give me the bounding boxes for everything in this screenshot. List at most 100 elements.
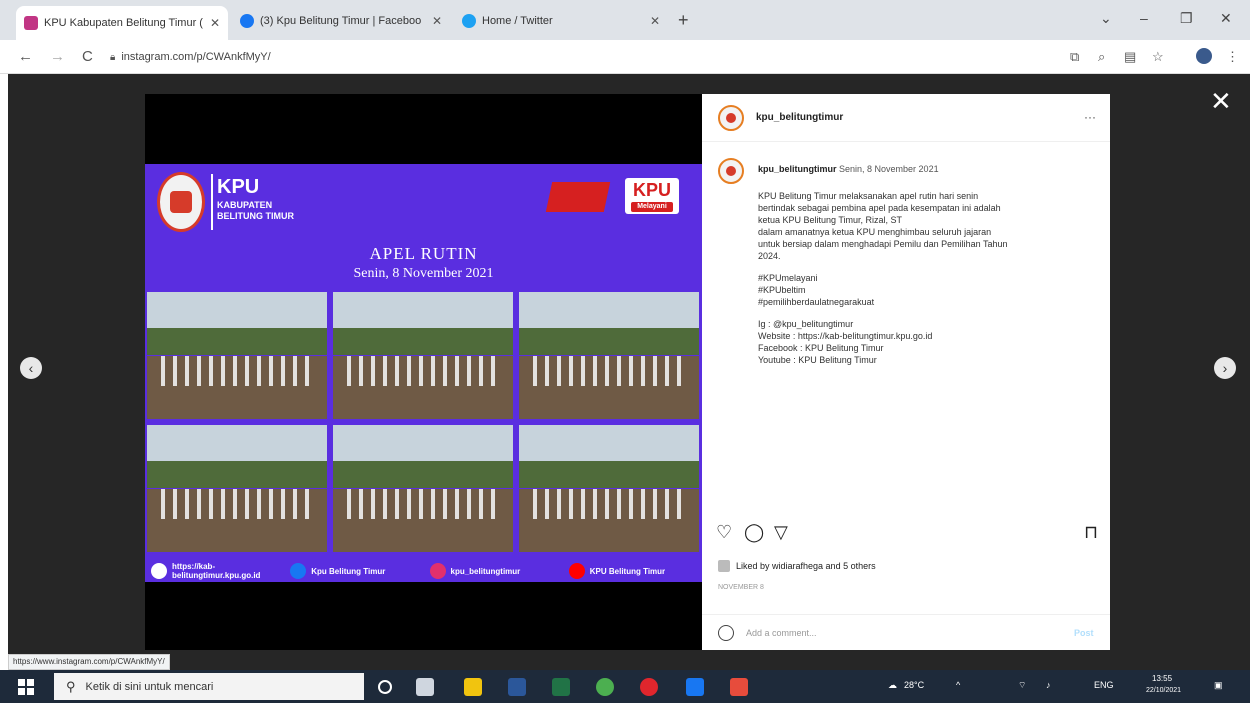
caption-line: 2024.: [758, 251, 781, 261]
author-avatar[interactable]: [718, 105, 744, 131]
back-button[interactable]: ←: [18, 48, 33, 65]
forward-button[interactable]: →: [50, 48, 65, 65]
tab-title: Home / Twitter: [482, 15, 553, 27]
search-icon: ⚲: [66, 678, 76, 694]
kpu-logo-icon: [157, 172, 205, 232]
cortana-icon[interactable]: [378, 680, 392, 694]
next-post-button[interactable]: ›: [1214, 357, 1236, 379]
address-toolbar: ← → C 🔒︎ instagram.com/p/CWAnkfMyY/ ⧉ ⌕ …: [0, 40, 1250, 74]
author-username[interactable]: kpu_belitungtimur: [756, 112, 843, 123]
browser-menu-icon[interactable]: ⋮: [1226, 49, 1239, 65]
file-explorer-icon[interactable]: [464, 678, 482, 696]
network-icon[interactable]: ⌔: [1018, 680, 1026, 691]
collage-photo: [331, 423, 515, 554]
hashtag-link[interactable]: #pemilihberdaulatnegarakuat: [758, 296, 1088, 308]
taskbar-search-input[interactable]: ⚲ Ketik di sini untuk mencari: [54, 673, 364, 700]
browser-tab-bar: KPU Kabupaten Belitung Timur ( ✕ (3) Kpu…: [0, 0, 1250, 40]
tab-close-icon[interactable]: ✕: [644, 14, 660, 28]
task-view-icon[interactable]: [416, 678, 434, 696]
clock-date[interactable]: 22/10/2021: [1146, 687, 1181, 694]
post-actions: ♡ ◯ ▽ ⊓: [702, 518, 1110, 548]
more-options-icon[interactable]: ···: [1084, 110, 1096, 124]
caption-line: untuk bersiap dalam menghadapi Pemilu da…: [758, 239, 1008, 249]
profile-avatar[interactable]: [1196, 48, 1212, 64]
tab-search-icon[interactable]: ⌄: [1100, 10, 1112, 27]
hashtag-link[interactable]: #KPUmelayani: [758, 272, 1088, 284]
kpu-melayani-badge: KPU Melayani: [625, 178, 679, 214]
tab-close-icon[interactable]: ✕: [204, 16, 220, 30]
apel-rutin-poster: KPU KABUPATEN BELITUNG TIMUR KPU Melayan…: [145, 164, 702, 582]
weather-icon[interactable]: ☁: [888, 680, 897, 691]
previous-post-button[interactable]: ‹: [20, 357, 42, 379]
logo-divider: [211, 174, 213, 230]
notification-icon[interactable]: ▣: [1214, 680, 1223, 691]
tab-kpu-instagram[interactable]: KPU Kabupaten Belitung Timur ( ✕: [16, 6, 228, 40]
app-icon[interactable]: [730, 678, 748, 696]
apel-date: Senin, 8 November 2021: [353, 266, 494, 281]
tab-close-icon[interactable]: ✕: [426, 14, 442, 28]
apel-title: APEL RUTIN: [369, 244, 478, 263]
save-bookmark-icon[interactable]: ⊓: [1084, 522, 1098, 543]
opera-icon[interactable]: [640, 678, 658, 696]
reading-list-icon[interactable]: ▤: [1124, 49, 1136, 65]
facebook-app-icon[interactable]: [686, 678, 704, 696]
bookmark-star-icon[interactable]: ☆: [1152, 49, 1164, 65]
badge-sub-text: Melayani: [631, 202, 673, 212]
caption-line: dalam amanatnya ketua KPU menghimbau sel…: [758, 227, 992, 237]
liked-by[interactable]: Liked by widiarafhega and 5 others: [718, 560, 876, 572]
url-bar[interactable]: 🔒︎ instagram.com/p/CWAnkfMyY/: [110, 46, 1050, 68]
minimize-button[interactable]: –: [1140, 10, 1148, 26]
zoom-icon[interactable]: ⌕: [1098, 49, 1105, 65]
windows-taskbar: ⚲ Ketik di sini untuk mencari ☁ 28°C ^ ⌔…: [0, 670, 1250, 703]
poster-kabupaten: KABUPATEN BELITUNG TIMUR: [217, 200, 337, 222]
liker-avatar: [718, 560, 730, 572]
poster-facebook: Kpu Belitung Timur: [290, 563, 423, 579]
comment-input[interactable]: Add a comment...: [746, 628, 817, 638]
reload-button[interactable]: C: [82, 48, 93, 65]
restore-button[interactable]: ❐: [1180, 10, 1193, 27]
poster-website: https://kab-belitungtimur.kpu.go.id: [151, 562, 284, 580]
caption-username[interactable]: kpu_belitungtimur: [758, 164, 837, 174]
caption-line: ketua KPU Belitung Timur, Rizal, ST: [758, 215, 903, 225]
like-heart-icon[interactable]: ♡: [716, 522, 732, 543]
new-tab-button[interactable]: +: [678, 10, 689, 31]
caption-line: KPU Belitung Timur melaksanakan apel rut…: [758, 191, 979, 201]
facebook-favicon-icon: [240, 14, 254, 28]
caption-date: Senin, 8 November 2021: [839, 164, 939, 174]
caption-line: bertindak sebagai pembina apel pada kese…: [758, 203, 1001, 213]
clock-time[interactable]: 13:55: [1152, 674, 1172, 683]
weather-temp[interactable]: 28°C: [904, 680, 924, 690]
tray-overflow-icon[interactable]: ^: [956, 680, 960, 690]
post-image[interactable]: KPU KABUPATEN BELITUNG TIMUR KPU Melayan…: [145, 94, 702, 650]
caption-line: Website : https://kab-belitungtimur.kpu.…: [758, 331, 933, 341]
caption-line: Ig : @kpu_belitungtimur: [758, 319, 854, 329]
post-caption: KPU Belitung Timur melaksanakan apel rut…: [758, 190, 1088, 366]
post-comment-button[interactable]: Post: [1074, 628, 1094, 638]
excel-icon[interactable]: [552, 678, 570, 696]
url-text: instagram.com/p/CWAnkfMyY/: [121, 51, 271, 63]
poster-youtube: KPU Belitung Timur: [568, 563, 702, 579]
tab-twitter-home[interactable]: Home / Twitter ✕: [454, 6, 668, 36]
input-language[interactable]: ENG: [1094, 680, 1114, 690]
word-icon[interactable]: [508, 678, 526, 696]
caption-avatar[interactable]: [718, 158, 744, 184]
close-window-button[interactable]: ✕: [1220, 10, 1232, 27]
install-app-icon[interactable]: ⧉: [1070, 49, 1079, 65]
windows-start-icon[interactable]: [18, 679, 34, 695]
instagram-icon: [429, 563, 446, 579]
collage-photo: [331, 290, 515, 421]
poster-kabupaten-text: KABUPATEN: [217, 200, 273, 210]
tab-title: (3) Kpu Belitung Timur | Faceboo: [260, 15, 422, 27]
hashtag-link[interactable]: #KPUbeltim: [758, 284, 1088, 296]
search-placeholder: Ketik di sini untuk mencari: [85, 680, 214, 693]
emoji-icon[interactable]: [718, 625, 734, 641]
comment-bubble-icon[interactable]: ◯: [744, 522, 764, 543]
apel-heading: APEL RUTIN Senin, 8 November 2021: [145, 244, 702, 282]
chrome-icon[interactable]: [596, 678, 614, 696]
poster-footer: https://kab-belitungtimur.kpu.go.id Kpu …: [145, 560, 702, 582]
share-send-icon[interactable]: ▽: [774, 522, 788, 543]
tab-kpu-facebook[interactable]: (3) Kpu Belitung Timur | Faceboo ✕: [232, 6, 450, 36]
close-modal-icon[interactable]: ✕: [1210, 86, 1232, 117]
volume-icon[interactable]: ♪: [1046, 680, 1051, 690]
